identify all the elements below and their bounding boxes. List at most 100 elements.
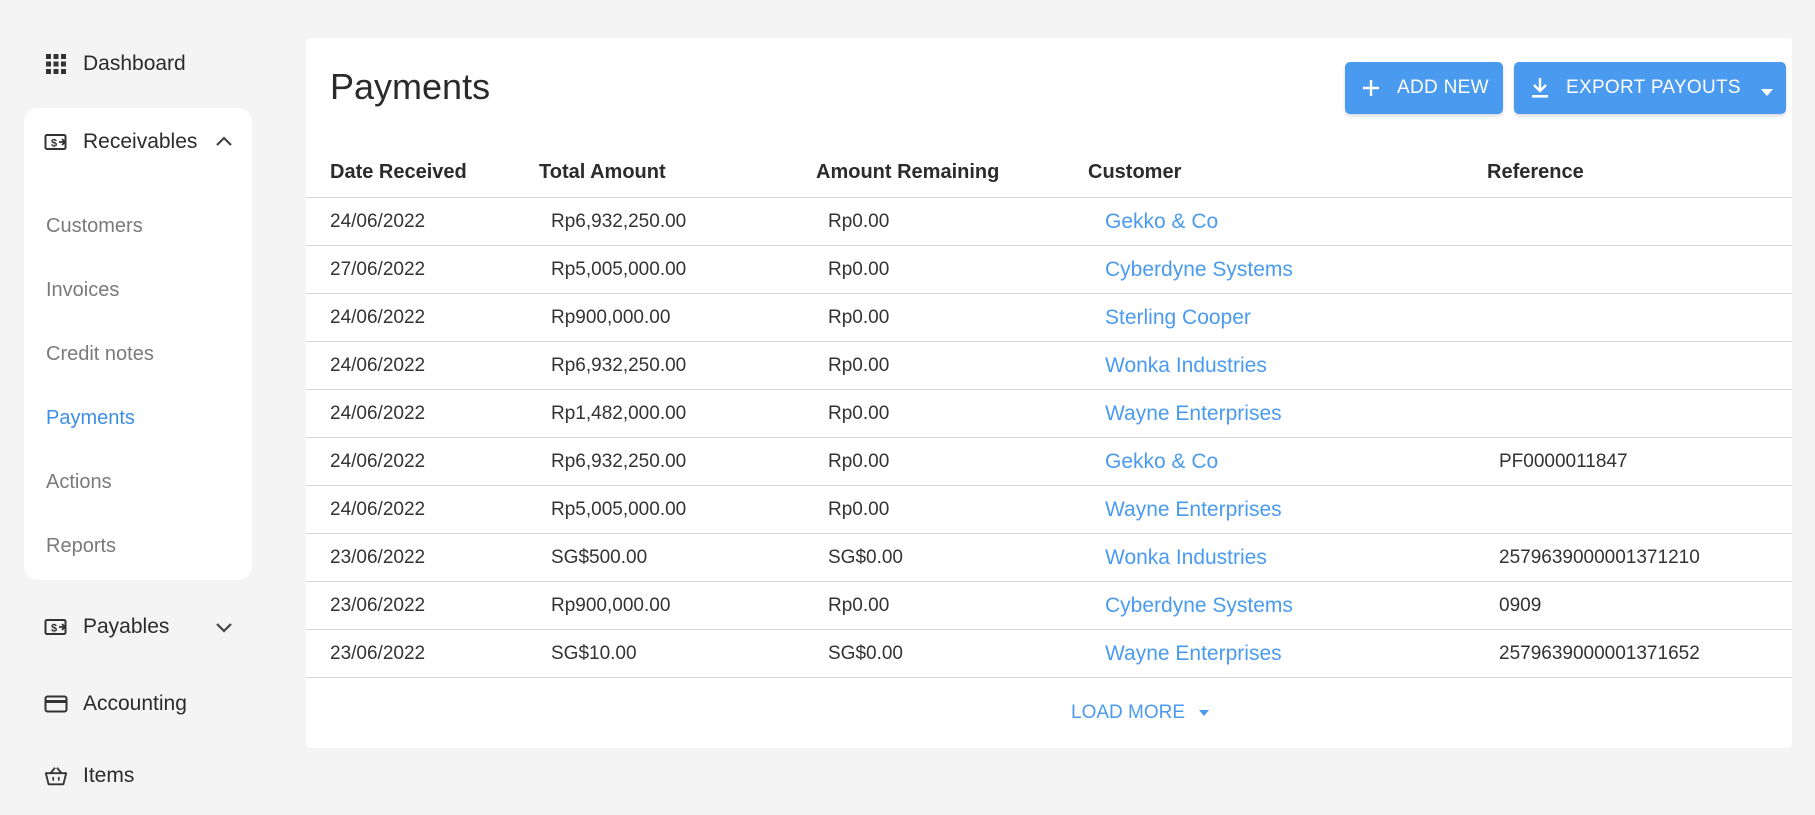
sidebar-item-label: Dashboard bbox=[83, 52, 186, 75]
sidebar-item-actions[interactable]: Actions bbox=[46, 462, 112, 502]
customer-link[interactable]: Wayne Enterprises bbox=[1105, 630, 1282, 678]
sidebar-item-reports[interactable]: Reports bbox=[46, 526, 116, 566]
svg-text:$: $ bbox=[51, 138, 57, 150]
cell-total: Rp6,932,250.00 bbox=[551, 211, 687, 232]
column-header-reference: Reference bbox=[1487, 161, 1584, 183]
sidebar-item-accounting[interactable]: Accounting bbox=[24, 680, 252, 728]
chevron-down-icon[interactable] bbox=[214, 617, 234, 637]
table-row[interactable]: 24/06/2022 Rp900,000.00 Rp0.00 Sterling … bbox=[306, 294, 1792, 342]
plus-icon bbox=[1359, 76, 1383, 100]
cell-reference: PF0000011847 bbox=[1499, 451, 1628, 472]
cell-total: SG$10.00 bbox=[551, 643, 637, 664]
sidebar-item-label: Receivables bbox=[83, 130, 198, 153]
cell-remaining: Rp0.00 bbox=[828, 211, 890, 232]
cell-total: Rp900,000.00 bbox=[551, 307, 671, 328]
cash-icon: $ bbox=[44, 615, 68, 639]
sidebar-item-invoices[interactable]: Invoices bbox=[46, 270, 119, 310]
payments-panel: Payments ADD NEW EXPORT PAYOUTS Date Rec… bbox=[306, 38, 1792, 748]
cell-date: 23/06/2022 bbox=[330, 547, 426, 568]
cell-remaining: Rp0.00 bbox=[828, 451, 890, 472]
export-payouts-label: EXPORT PAYOUTS bbox=[1566, 77, 1741, 98]
chevron-up-icon[interactable] bbox=[214, 132, 234, 152]
credit-card-icon bbox=[44, 692, 68, 716]
cell-total: Rp5,005,000.00 bbox=[551, 259, 687, 280]
cell-remaining: Rp0.00 bbox=[828, 355, 890, 376]
sidebar-item-items[interactable]: Items bbox=[24, 752, 252, 800]
sidebar-item-payables[interactable]: $ Payables bbox=[24, 603, 252, 651]
column-header-amount-remaining: Amount Remaining bbox=[816, 161, 1000, 183]
sidebar-item-payments[interactable]: Payments bbox=[46, 398, 135, 438]
sidebar-item-credit-notes[interactable]: Credit notes bbox=[46, 334, 154, 374]
cell-total: Rp6,932,250.00 bbox=[551, 355, 687, 376]
add-new-label: ADD NEW bbox=[1397, 77, 1489, 98]
cell-remaining: Rp0.00 bbox=[828, 595, 890, 616]
payments-table-body: 24/06/2022 Rp6,932,250.00 Rp0.00 Gekko &… bbox=[306, 198, 1792, 678]
customer-link[interactable]: Wonka Industries bbox=[1105, 342, 1267, 390]
customer-link[interactable]: Cyberdyne Systems bbox=[1105, 246, 1293, 294]
table-row[interactable]: 27/06/2022 Rp5,005,000.00 Rp0.00 Cyberdy… bbox=[306, 246, 1792, 294]
cell-date: 27/06/2022 bbox=[330, 259, 426, 280]
sidebar-item-customers[interactable]: Customers bbox=[46, 206, 143, 246]
page-title: Payments bbox=[330, 66, 491, 107]
cell-remaining: SG$0.00 bbox=[828, 643, 903, 664]
table-row[interactable]: 24/06/2022 Rp1,482,000.00 Rp0.00 Wayne E… bbox=[306, 390, 1792, 438]
cell-remaining: Rp0.00 bbox=[828, 403, 890, 424]
cell-remaining: Rp0.00 bbox=[828, 307, 890, 328]
grid-icon bbox=[44, 52, 68, 76]
caret-down-icon bbox=[1197, 708, 1211, 718]
customer-link[interactable]: Gekko & Co bbox=[1105, 438, 1218, 486]
column-header-customer: Customer bbox=[1088, 161, 1182, 183]
cell-total: Rp1,482,000.00 bbox=[551, 403, 687, 424]
export-payouts-button[interactable]: EXPORT PAYOUTS bbox=[1514, 62, 1786, 114]
app-root: Dashboard $ Receivables Customers Invoic… bbox=[0, 0, 1815, 815]
cell-date: 24/06/2022 bbox=[330, 499, 426, 520]
sidebar-item-label: Items bbox=[83, 764, 135, 787]
cell-date: 24/06/2022 bbox=[330, 307, 426, 328]
table-row[interactable]: 24/06/2022 Rp5,005,000.00 Rp0.00 Wayne E… bbox=[306, 486, 1792, 534]
cell-total: Rp6,932,250.00 bbox=[551, 451, 687, 472]
cell-total: SG$500.00 bbox=[551, 547, 648, 568]
sidebar: Dashboard $ Receivables Customers Invoic… bbox=[24, 38, 252, 808]
customer-link[interactable]: Wayne Enterprises bbox=[1105, 486, 1282, 534]
table-row[interactable]: 23/06/2022 Rp900,000.00 Rp0.00 Cyberdyne… bbox=[306, 582, 1792, 630]
customer-link[interactable]: Wonka Industries bbox=[1105, 534, 1267, 582]
cell-total: Rp5,005,000.00 bbox=[551, 499, 687, 520]
cell-total: Rp900,000.00 bbox=[551, 595, 671, 616]
cell-remaining: SG$0.00 bbox=[828, 547, 903, 568]
table-row[interactable]: 23/06/2022 SG$10.00 SG$0.00 Wayne Enterp… bbox=[306, 630, 1792, 678]
table-header: Date Received Total Amount Amount Remain… bbox=[306, 146, 1792, 198]
cell-date: 24/06/2022 bbox=[330, 451, 426, 472]
table-row[interactable]: 23/06/2022 SG$500.00 SG$0.00 Wonka Indus… bbox=[306, 534, 1792, 582]
cell-date: 23/06/2022 bbox=[330, 595, 426, 616]
column-header-date-received: Date Received bbox=[330, 161, 467, 183]
column-header-total-amount: Total Amount bbox=[539, 161, 666, 183]
cell-date: 24/06/2022 bbox=[330, 211, 426, 232]
caret-down-icon[interactable] bbox=[1760, 82, 1774, 96]
svg-text:$: $ bbox=[51, 623, 57, 635]
receivables-group: $ Receivables Customers Invoices Credit … bbox=[24, 108, 252, 580]
table-row[interactable]: 24/06/2022 Rp6,932,250.00 Rp0.00 Gekko &… bbox=[306, 438, 1792, 486]
cell-date: 24/06/2022 bbox=[330, 403, 426, 424]
sidebar-item-dashboard[interactable]: Dashboard bbox=[24, 38, 252, 90]
cell-remaining: Rp0.00 bbox=[828, 259, 890, 280]
cell-reference: 2579639000001371210 bbox=[1499, 547, 1700, 568]
basket-icon bbox=[44, 764, 68, 788]
cell-date: 24/06/2022 bbox=[330, 355, 426, 376]
cell-remaining: Rp0.00 bbox=[828, 499, 890, 520]
table-row[interactable]: 24/06/2022 Rp6,932,250.00 Rp0.00 Gekko &… bbox=[306, 198, 1792, 246]
download-icon bbox=[1528, 76, 1552, 100]
sidebar-item-label: Accounting bbox=[83, 692, 187, 715]
add-new-button[interactable]: ADD NEW bbox=[1345, 62, 1503, 114]
load-more-label: LOAD MORE bbox=[1071, 702, 1186, 723]
cell-reference: 0909 bbox=[1499, 595, 1542, 616]
customer-link[interactable]: Gekko & Co bbox=[1105, 198, 1218, 246]
load-more-button[interactable]: LOAD MORE bbox=[1071, 698, 1211, 728]
table-row[interactable]: 24/06/2022 Rp6,932,250.00 Rp0.00 Wonka I… bbox=[306, 342, 1792, 390]
sidebar-item-label: Payables bbox=[83, 615, 170, 638]
customer-link[interactable]: Wayne Enterprises bbox=[1105, 390, 1282, 438]
customer-link[interactable]: Cyberdyne Systems bbox=[1105, 582, 1293, 630]
customer-link[interactable]: Sterling Cooper bbox=[1105, 294, 1251, 342]
sidebar-item-receivables[interactable]: $ Receivables bbox=[24, 120, 252, 164]
cell-reference: 2579639000001371652 bbox=[1499, 643, 1700, 664]
cash-icon: $ bbox=[44, 130, 68, 154]
